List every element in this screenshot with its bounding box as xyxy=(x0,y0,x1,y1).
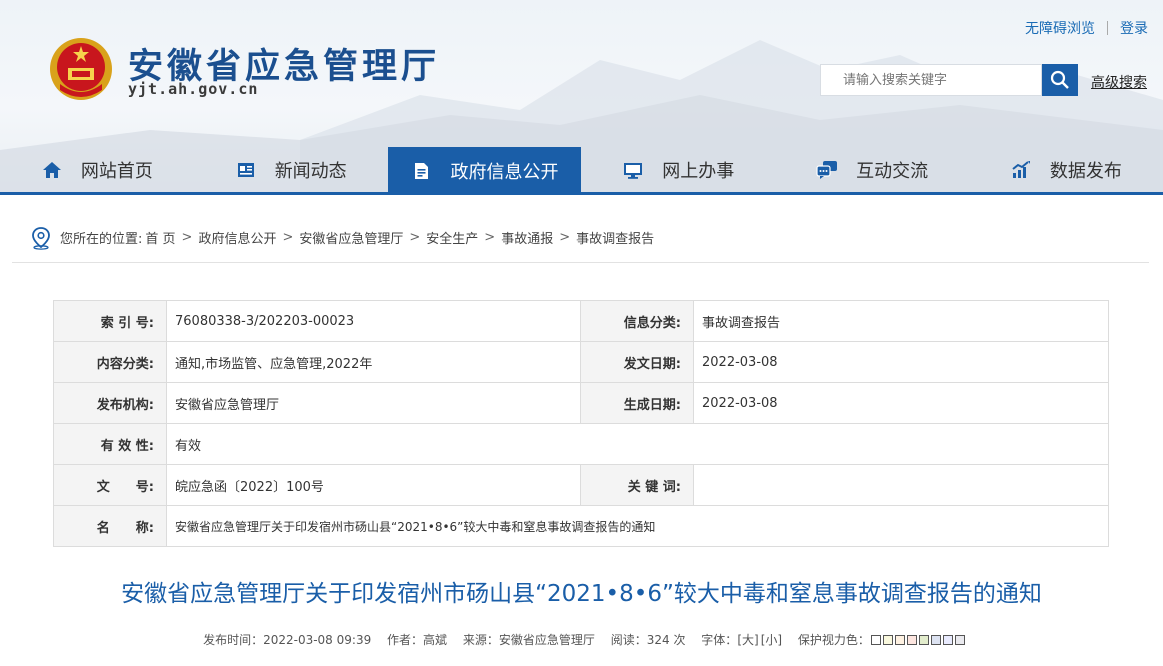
content-category-label: 内容分类: xyxy=(53,341,167,383)
advanced-search-link[interactable]: 高级搜索 xyxy=(1091,72,1147,92)
breadcrumb-prefix: 您所在的位置: xyxy=(60,232,143,247)
nav-item-news[interactable]: 新闻动态 xyxy=(194,147,388,192)
breadcrumb-separator: > xyxy=(282,230,294,245)
national-emblem-icon xyxy=(50,38,112,100)
keywords-value xyxy=(693,464,1109,506)
nav-item-label: 新闻动态 xyxy=(274,160,347,182)
news-icon xyxy=(235,159,257,181)
breadcrumb: 您所在的位置: 首 页 > 政府信息公开 > 安徽省应急管理厅 > 安全生产 >… xyxy=(12,213,1149,263)
publisher-value: 安徽省应急管理厅 xyxy=(166,382,581,424)
divider xyxy=(1107,21,1108,35)
document-number-label: 文 号: xyxy=(53,464,167,506)
breadcrumb-separator: > xyxy=(559,230,571,245)
article-meta: 发布时间：2022-03-08 09:39 作者：高斌 来源：安徽省应急管理厅 … xyxy=(0,631,1163,648)
eye-color-swatch[interactable] xyxy=(942,635,953,645)
eye-color-swatch[interactable] xyxy=(906,635,917,645)
document-icon xyxy=(410,160,432,182)
keywords-label: 关 键 词: xyxy=(580,464,694,506)
nav-item-interaction[interactable]: 互动交流 xyxy=(775,147,969,192)
table-row: 索 引 号: 76080338-3/202203-00023 信息分类: 事故调… xyxy=(53,300,1109,342)
name-value: 安徽省应急管理厅关于印发宿州市砀山县“2021•8•6”较大中毒和窒息事故调查报… xyxy=(166,505,1109,547)
validity-value: 有效 xyxy=(166,423,1109,465)
site-domain: yjt.ah.gov.cn xyxy=(128,80,259,98)
read-count: 阅读：324 次 xyxy=(610,633,686,647)
breadcrumb-item[interactable]: 事故通报 xyxy=(501,228,553,247)
category-label: 信息分类: xyxy=(580,300,694,342)
breadcrumb-separator: > xyxy=(181,230,193,245)
eye-color-swatch[interactable] xyxy=(870,635,881,645)
name-label: 名 称: xyxy=(53,505,167,547)
chart-icon xyxy=(1010,159,1032,181)
content-category-value: 通知,市场监管、应急管理,2022年 xyxy=(166,341,581,383)
generated-date-label: 生成日期: xyxy=(580,382,694,424)
issue-date-label: 发文日期: xyxy=(580,341,694,383)
eye-color-swatch[interactable] xyxy=(882,635,893,645)
table-row: 有 效 性: 有效 xyxy=(53,423,1109,465)
author: 作者：高斌 xyxy=(387,633,448,647)
source: 来源：安徽省应急管理厅 xyxy=(462,633,595,647)
location-pin-icon xyxy=(32,226,50,250)
generated-date-value: 2022-03-08 xyxy=(693,382,1109,424)
publish-time: 发布时间：2022-03-08 09:39 xyxy=(203,633,372,647)
breadcrumb-item[interactable]: 事故调查报告 xyxy=(576,228,654,247)
main-nav: 网站首页 新闻动态 政府信息公开 网上办事 互动交流 数据发布 xyxy=(0,147,1163,195)
article-title: 安徽省应急管理厅关于印发宿州市砀山县“2021•8•6”较大中毒和窒息事故调查报… xyxy=(121,581,1042,607)
search-box xyxy=(820,64,1042,96)
nav-item-online-service[interactable]: 网上办事 xyxy=(581,147,775,192)
monitor-icon xyxy=(622,159,644,181)
issue-date-value: 2022-03-08 xyxy=(693,341,1109,383)
index-value: 76080338-3/202203-00023 xyxy=(166,300,581,342)
nav-item-home[interactable]: 网站首页 xyxy=(0,147,194,192)
accessibility-link[interactable]: 无障碍浏览 xyxy=(1025,18,1095,38)
table-row: 名 称: 安徽省应急管理厅关于印发宿州市砀山县“2021•8•6”较大中毒和窒息… xyxy=(53,505,1109,547)
document-info-table: 索 引 号: 76080338-3/202203-00023 信息分类: 事故调… xyxy=(53,300,1109,547)
font-small-button[interactable]: [小] xyxy=(761,633,782,647)
nav-item-gov-info[interactable]: 政府信息公开 xyxy=(387,147,582,195)
top-links: 无障碍浏览 登录 xyxy=(1025,18,1148,38)
search-button[interactable] xyxy=(1042,64,1078,96)
nav-item-label: 政府信息公开 xyxy=(450,162,559,183)
font-size-label: 字体： xyxy=(701,633,738,647)
login-link[interactable]: 登录 xyxy=(1120,18,1148,38)
breadcrumb-item[interactable]: 安徽省应急管理厅 xyxy=(299,228,403,247)
home-icon xyxy=(41,159,63,181)
eye-color-swatch[interactable] xyxy=(930,635,941,645)
validity-label: 有 效 性: xyxy=(53,423,167,465)
category-value: 事故调查报告 xyxy=(693,300,1109,342)
breadcrumb-item[interactable]: 安全生产 xyxy=(426,228,478,247)
eye-color-swatch[interactable] xyxy=(954,635,965,645)
nav-item-data-release[interactable]: 数据发布 xyxy=(969,147,1163,192)
table-row: 文 号: 皖应急函〔2022〕100号 关 键 词: xyxy=(53,464,1109,506)
site-header: 安徽省应急管理厅 yjt.ah.gov.cn 无障碍浏览 登录 高级搜索 网站首… xyxy=(0,0,1163,195)
eye-color-swatch[interactable] xyxy=(894,635,905,645)
breadcrumb-item[interactable]: 政府信息公开 xyxy=(198,228,276,247)
nav-item-label: 互动交流 xyxy=(856,160,929,182)
table-row: 发布机构: 安徽省应急管理厅 生成日期: 2022-03-08 xyxy=(53,382,1109,424)
index-label: 索 引 号: xyxy=(53,300,167,342)
nav-item-label: 网上办事 xyxy=(662,160,735,182)
table-row: 内容分类: 通知,市场监管、应急管理,2022年 发文日期: 2022-03-0… xyxy=(53,341,1109,383)
nav-item-label: 网站首页 xyxy=(80,160,153,182)
publisher-label: 发布机构: xyxy=(53,382,167,424)
font-large-button[interactable]: [大] xyxy=(737,633,758,647)
eye-protect-label: 保护视力色： xyxy=(797,633,870,647)
eye-color-swatch[interactable] xyxy=(918,635,929,645)
search-input[interactable] xyxy=(821,65,1041,95)
chat-icon xyxy=(816,159,838,181)
document-number-value: 皖应急函〔2022〕100号 xyxy=(166,464,581,506)
breadcrumb-item[interactable]: 首 页 xyxy=(145,228,175,247)
nav-item-label: 数据发布 xyxy=(1049,160,1122,182)
breadcrumb-separator: > xyxy=(409,230,421,245)
search-icon xyxy=(1050,70,1069,89)
breadcrumb-separator: > xyxy=(484,230,496,245)
